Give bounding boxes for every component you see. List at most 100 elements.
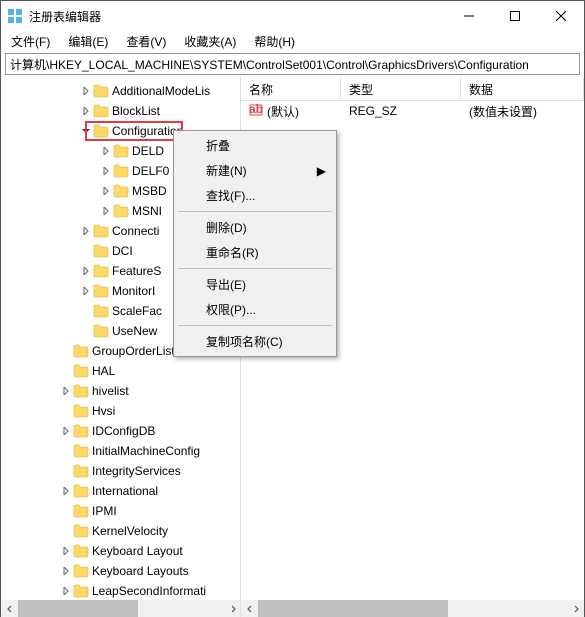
tree-label: IPMI bbox=[92, 504, 117, 518]
tree-label: hivelist bbox=[92, 384, 129, 398]
scroll-left-icon[interactable] bbox=[1, 600, 18, 617]
tree-item[interactable]: International bbox=[1, 481, 240, 501]
menu-edit[interactable]: 编辑(E) bbox=[64, 32, 112, 51]
folder-icon bbox=[93, 104, 109, 118]
tree-item[interactable]: InitialMachineConfig bbox=[1, 441, 240, 461]
folder-icon bbox=[93, 324, 109, 338]
chevron-right-icon[interactable] bbox=[79, 224, 93, 238]
chevron-right-icon[interactable] bbox=[99, 204, 113, 218]
context-copykeyname[interactable]: 复制项名称(C) bbox=[176, 329, 334, 354]
scroll-right-icon[interactable] bbox=[224, 600, 241, 617]
tree-label: MSBD bbox=[132, 184, 167, 198]
folder-icon bbox=[93, 284, 109, 298]
scroll-right-icon[interactable] bbox=[567, 600, 584, 617]
menu-help[interactable]: 帮助(H) bbox=[250, 32, 299, 51]
tree-label: UseNew bbox=[112, 324, 157, 338]
tree-item[interactable]: LeapSecondInformati bbox=[1, 581, 240, 601]
context-menu: 折叠 新建(N)▶ 查找(F)... 删除(D) 重命名(R) 导出(E) 权限… bbox=[173, 130, 337, 357]
chevron-right-icon[interactable] bbox=[79, 84, 93, 98]
list-scrollbar-h[interactable] bbox=[241, 600, 584, 617]
chevron-right-icon[interactable] bbox=[59, 484, 73, 498]
address-bar[interactable]: 计算机\HKEY_LOCAL_MACHINE\SYSTEM\ControlSet… bbox=[5, 53, 580, 75]
scroll-thumb[interactable] bbox=[258, 600, 448, 617]
chevron-right-icon[interactable] bbox=[79, 104, 93, 118]
col-data[interactable]: 数据 bbox=[461, 77, 584, 100]
folder-icon bbox=[73, 464, 89, 478]
tree-label: Keyboard Layout bbox=[92, 544, 183, 558]
tree-item[interactable]: IntegrityServices bbox=[1, 461, 240, 481]
string-value-icon: ab bbox=[249, 103, 263, 120]
chevron-right-icon[interactable] bbox=[99, 164, 113, 178]
separator bbox=[178, 211, 332, 212]
chevron-right-icon[interactable] bbox=[99, 184, 113, 198]
folder-icon bbox=[73, 484, 89, 498]
chevron-right-icon[interactable] bbox=[79, 284, 93, 298]
context-permissions[interactable]: 权限(P)... bbox=[176, 297, 334, 322]
menu-file[interactable]: 文件(F) bbox=[7, 32, 54, 51]
folder-icon bbox=[93, 304, 109, 318]
folder-icon bbox=[93, 264, 109, 278]
chevron-right-icon bbox=[79, 244, 93, 258]
menu-favorites[interactable]: 收藏夹(A) bbox=[180, 32, 240, 51]
tree-item[interactable]: Hvsi bbox=[1, 401, 240, 421]
chevron-right-icon bbox=[59, 364, 73, 378]
tree-item[interactable]: BlockList bbox=[1, 101, 240, 121]
tree-item[interactable]: Keyboard Layouts bbox=[1, 561, 240, 581]
tree-label: HAL bbox=[92, 364, 115, 378]
chevron-right-icon bbox=[59, 444, 73, 458]
tree-label: KernelVelocity bbox=[92, 524, 168, 538]
tree-item[interactable]: IPMI bbox=[1, 501, 240, 521]
menu-view[interactable]: 查看(V) bbox=[122, 32, 170, 51]
chevron-down-icon[interactable] bbox=[79, 124, 93, 138]
tree-label: IDConfigDB bbox=[92, 424, 155, 438]
tree-label: International bbox=[92, 484, 158, 498]
context-new[interactable]: 新建(N)▶ bbox=[176, 158, 334, 183]
folder-icon bbox=[73, 344, 89, 358]
minimize-button[interactable] bbox=[446, 1, 492, 31]
close-button[interactable] bbox=[538, 1, 584, 31]
chevron-right-icon[interactable] bbox=[59, 424, 73, 438]
folder-icon bbox=[73, 524, 89, 538]
folder-icon bbox=[113, 144, 129, 158]
folder-icon bbox=[73, 564, 89, 578]
tree-item[interactable]: AdditionalModeLis bbox=[1, 81, 240, 101]
chevron-right-icon[interactable] bbox=[59, 544, 73, 558]
tree-label: ScaleFac bbox=[112, 304, 162, 318]
chevron-right-icon bbox=[59, 504, 73, 518]
chevron-right-icon[interactable] bbox=[79, 264, 93, 278]
tree-item[interactable]: Keyboard Layout bbox=[1, 541, 240, 561]
separator bbox=[178, 325, 332, 326]
tree-label: DCI bbox=[112, 244, 133, 258]
col-name[interactable]: 名称 bbox=[241, 77, 341, 100]
folder-icon bbox=[93, 124, 109, 138]
value-data: (数值未设置) bbox=[461, 102, 584, 121]
tree-label: FeatureS bbox=[112, 264, 161, 278]
list-row[interactable]: ab (默认) REG_SZ (数值未设置) bbox=[241, 101, 584, 121]
context-export[interactable]: 导出(E) bbox=[176, 272, 334, 297]
chevron-right-icon[interactable] bbox=[99, 144, 113, 158]
col-type[interactable]: 类型 bbox=[341, 77, 461, 100]
tree-label: GroupOrderList bbox=[92, 344, 175, 358]
context-delete[interactable]: 删除(D) bbox=[176, 215, 334, 240]
svg-text:ab: ab bbox=[249, 103, 263, 116]
folder-icon bbox=[73, 584, 89, 598]
folder-icon bbox=[73, 404, 89, 418]
context-rename[interactable]: 重命名(R) bbox=[176, 240, 334, 265]
tree-item[interactable]: IDConfigDB bbox=[1, 421, 240, 441]
chevron-right-icon bbox=[79, 304, 93, 318]
chevron-right-icon[interactable] bbox=[59, 384, 73, 398]
maximize-button[interactable] bbox=[492, 1, 538, 31]
scroll-thumb[interactable] bbox=[18, 600, 138, 617]
tree-item[interactable]: hivelist bbox=[1, 381, 240, 401]
folder-icon bbox=[73, 364, 89, 378]
context-find[interactable]: 查找(F)... bbox=[176, 183, 334, 208]
chevron-right-icon[interactable] bbox=[59, 564, 73, 578]
scroll-left-icon[interactable] bbox=[241, 600, 258, 617]
context-collapse[interactable]: 折叠 bbox=[176, 133, 334, 158]
tree-item[interactable]: KernelVelocity bbox=[1, 521, 240, 541]
tree-label: MSNI bbox=[132, 204, 162, 218]
tree-scrollbar-h[interactable] bbox=[1, 600, 241, 617]
app-icon bbox=[7, 8, 23, 24]
tree-item[interactable]: HAL bbox=[1, 361, 240, 381]
chevron-right-icon[interactable] bbox=[59, 584, 73, 598]
